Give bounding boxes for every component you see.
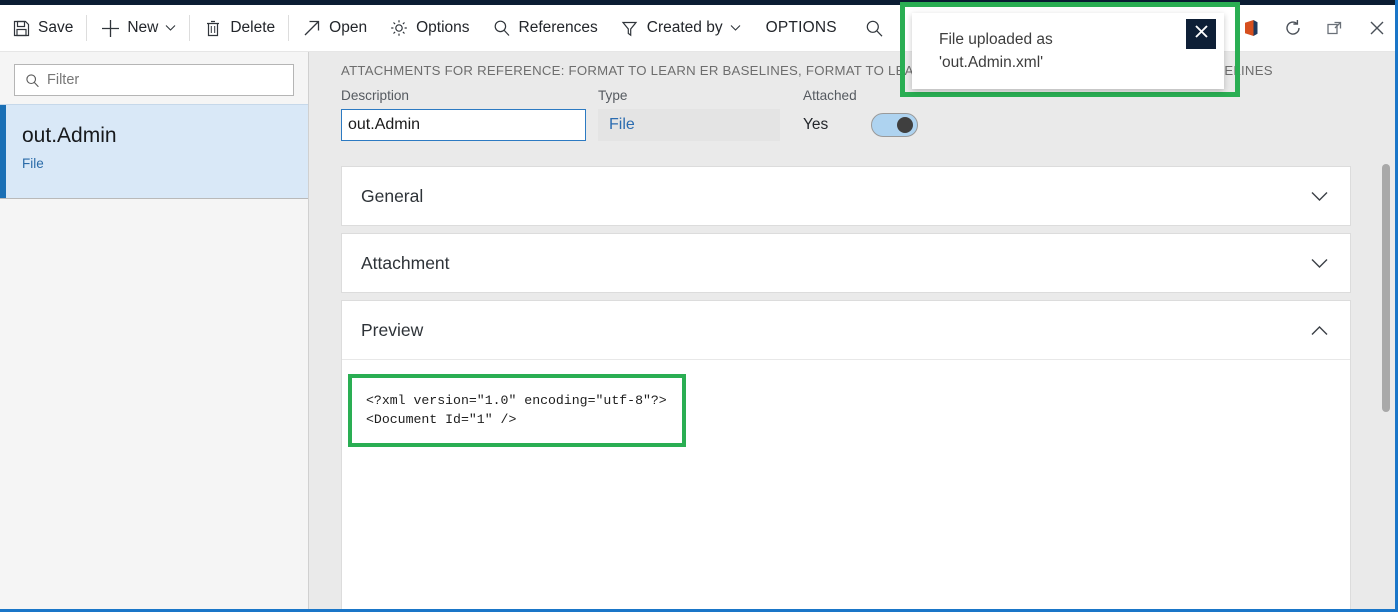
content-pane: ATTACHMENTS FOR REFERENCE: FORMAT TO LEA… xyxy=(309,52,1395,609)
toolbar-divider xyxy=(189,15,190,41)
refresh-icon[interactable] xyxy=(1272,5,1314,51)
xml-line-1: <?xml version="1.0" encoding="utf-8"?> xyxy=(366,392,668,411)
search-icon xyxy=(865,18,885,38)
references-label: References xyxy=(519,19,598,37)
save-icon xyxy=(11,18,31,38)
panel-attachment: Attachment xyxy=(341,233,1351,293)
panel-preview-body: <?xml version="1.0" encoding="utf-8"?> <… xyxy=(342,359,1350,609)
chevron-down-icon xyxy=(165,24,176,32)
created-by-button[interactable]: Created by xyxy=(609,5,752,51)
left-pane: out.Admin File xyxy=(0,52,309,609)
open-arrow-icon xyxy=(302,18,322,38)
filter-funnel-icon xyxy=(620,18,640,38)
delete-button[interactable]: Delete xyxy=(192,5,286,51)
new-button[interactable]: New xyxy=(89,5,187,51)
panel-attachment-title: Attachment xyxy=(361,253,450,274)
attached-toggle[interactable] xyxy=(871,113,918,137)
application-window: Save New Delete Open xyxy=(0,0,1398,612)
xml-line-2: <Document Id="1" /> xyxy=(366,411,668,430)
new-label: New xyxy=(127,19,158,37)
chevron-down-icon[interactable] xyxy=(1311,191,1328,202)
notification-text: File uploaded as 'out.Admin.xml' xyxy=(939,29,1053,75)
close-icon xyxy=(1193,23,1210,45)
attached-value: Yes xyxy=(803,116,871,134)
toolbar-divider xyxy=(288,15,289,41)
toggle-knob xyxy=(897,117,913,133)
panel-preview-header[interactable]: Preview xyxy=(342,301,1350,359)
open-button[interactable]: Open xyxy=(291,5,378,51)
plus-icon xyxy=(100,18,120,38)
panel-general-title: General xyxy=(361,186,423,207)
search-icon xyxy=(23,71,41,89)
type-value: File xyxy=(598,109,780,141)
search-icon xyxy=(492,18,512,38)
global-search-button[interactable] xyxy=(851,5,906,51)
notification-toast: File uploaded as 'out.Admin.xml' xyxy=(912,13,1224,89)
save-button[interactable]: Save xyxy=(0,5,84,51)
attached-row: Yes xyxy=(803,109,918,141)
filter-input[interactable] xyxy=(47,72,285,88)
panel-general-header[interactable]: General xyxy=(342,167,1350,225)
open-label: Open xyxy=(329,19,367,37)
description-label: Description xyxy=(341,88,586,103)
main-body: out.Admin File ATTACHMENTS FOR REFERENCE… xyxy=(0,52,1395,609)
created-by-label: Created by xyxy=(647,19,723,37)
description-field-group: Description xyxy=(341,88,586,141)
references-button[interactable]: References xyxy=(481,5,609,51)
type-field-group: Type File xyxy=(598,88,795,141)
save-label: Save xyxy=(38,19,73,37)
trash-icon xyxy=(203,18,223,38)
panel-attachment-header[interactable]: Attachment xyxy=(342,234,1350,292)
list-item-subtitle: File xyxy=(22,156,308,171)
vertical-scrollbar[interactable] xyxy=(1377,52,1395,609)
panel-preview: Preview <?xml version="1.0" encoding="ut… xyxy=(341,300,1351,609)
chevron-down-icon xyxy=(730,24,741,32)
chevron-down-icon[interactable] xyxy=(1311,258,1328,269)
options-menu-label: OPTIONS xyxy=(766,19,837,37)
panel-general: General xyxy=(341,166,1351,226)
description-input[interactable] xyxy=(341,109,586,141)
filter-container xyxy=(0,52,308,104)
notification-line-1: File uploaded as xyxy=(939,29,1053,52)
gear-icon xyxy=(389,18,409,38)
filter-box[interactable] xyxy=(14,64,294,96)
options-menu-button[interactable]: OPTIONS xyxy=(752,5,851,51)
scrollbar-thumb[interactable] xyxy=(1382,164,1390,412)
options-label: Options xyxy=(416,19,469,37)
list-item-title: out.Admin xyxy=(22,123,308,148)
type-label: Type xyxy=(598,88,795,103)
popout-icon[interactable] xyxy=(1314,5,1356,51)
toolbar-divider xyxy=(86,15,87,41)
close-icon[interactable] xyxy=(1356,5,1398,51)
list-item[interactable]: out.Admin File xyxy=(0,104,308,199)
options-button[interactable]: Options xyxy=(378,5,480,51)
delete-label: Delete xyxy=(230,19,275,37)
panel-preview-title: Preview xyxy=(361,320,423,341)
notification-line-2: 'out.Admin.xml' xyxy=(939,52,1053,75)
panel-stack: General Attachment xyxy=(309,160,1395,609)
xml-preview-box: <?xml version="1.0" encoding="utf-8"?> <… xyxy=(348,374,686,447)
chevron-up-icon[interactable] xyxy=(1311,325,1328,336)
fields-row: Description Type File Attached Yes xyxy=(309,88,1395,160)
notification-close-button[interactable] xyxy=(1186,19,1216,49)
